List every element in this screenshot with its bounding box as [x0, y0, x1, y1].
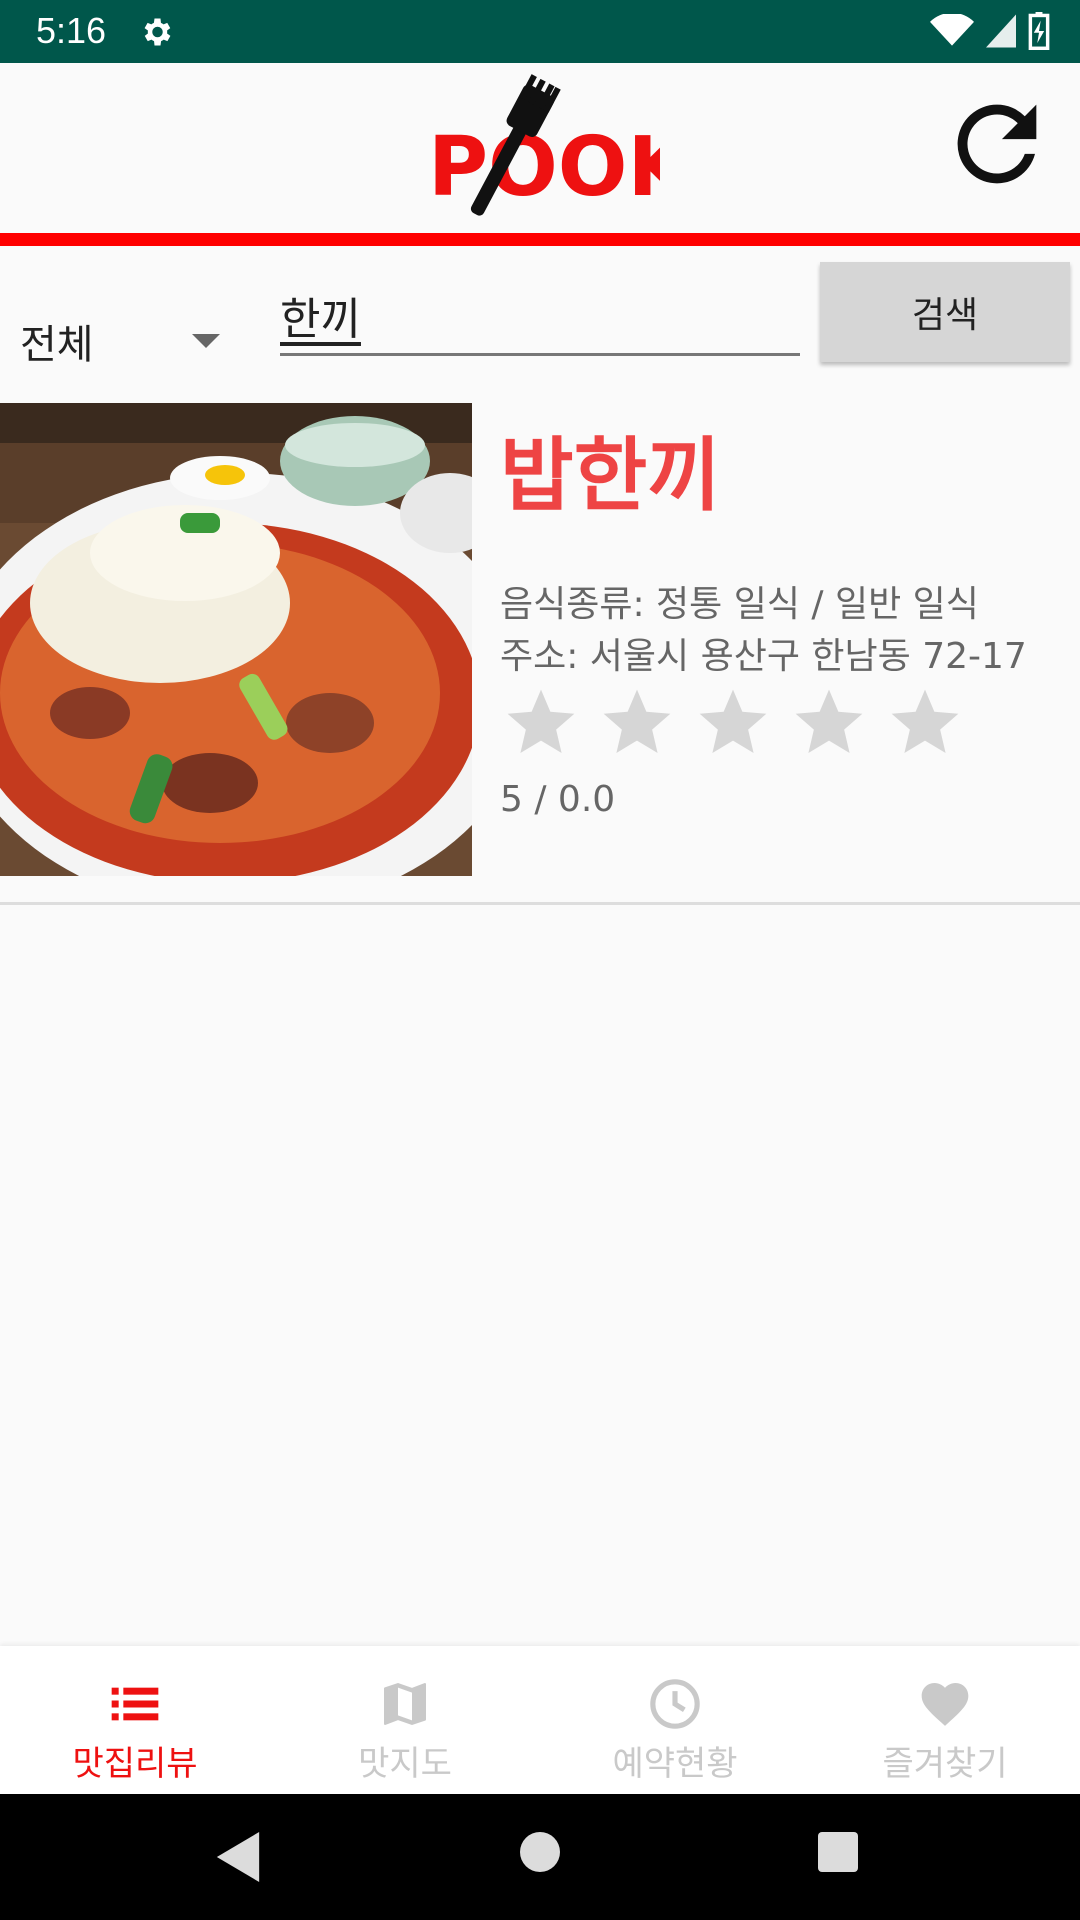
food-type: 음식종류: 정통 일식 / 일반 일식 — [500, 584, 979, 625]
restaurant-name: 밥한끼 — [500, 429, 721, 522]
food-photo — [0, 403, 472, 876]
search-button[interactable]: 검색 — [820, 262, 1070, 362]
card-divider — [0, 902, 1080, 905]
list-icon — [111, 1687, 159, 1721]
heart-icon — [921, 1683, 969, 1726]
restaurant-address: 주소: 서울시 용산구 한남동 72-17 — [500, 636, 1027, 677]
status-icons — [930, 12, 1050, 50]
pook-logo: POOK — [428, 74, 660, 216]
cell-signal-icon — [986, 14, 1016, 48]
app-header: POOK — [0, 63, 1080, 233]
wifi-icon — [930, 14, 974, 46]
search-input[interactable] — [280, 276, 800, 356]
refresh-icon[interactable] — [938, 85, 1056, 203]
nav-item-map[interactable]: 맛지도 — [270, 1646, 540, 1794]
settings-gear-icon — [144, 18, 171, 46]
rating-bar[interactable] — [500, 683, 966, 763]
star-icon[interactable] — [500, 683, 582, 763]
star-icon[interactable] — [788, 683, 870, 763]
search-row: 전체 검색 — [0, 246, 1080, 376]
nav-label-map: 맛지도 — [358, 1744, 452, 1784]
bottom-navigation: 맛집리뷰 맛지도 예약현황 즐겨찾기 — [0, 1646, 1080, 1794]
nav-label-reservations: 예약현황 — [612, 1744, 738, 1784]
nav-label-reviews: 맛집리뷰 — [72, 1744, 198, 1784]
nav-item-favorites[interactable]: 즐겨찾기 — [810, 1646, 1080, 1794]
dropdown-arrow-icon — [192, 334, 220, 348]
status-bar: 5:16 — [0, 0, 1080, 63]
map-icon — [384, 1683, 426, 1725]
restaurant-card[interactable]: 밥한끼 음식종류: 정통 일식 / 일반 일식 주소: 서울시 용산구 한남동 … — [0, 403, 1080, 876]
rating-text: 5 / 0.0 — [500, 779, 616, 820]
category-label: 전체 — [20, 322, 94, 368]
status-time: 5:16 — [36, 10, 107, 51]
category-spinner[interactable]: 전체 — [20, 276, 230, 368]
star-icon[interactable] — [692, 683, 774, 763]
star-icon[interactable] — [884, 683, 966, 763]
svg-text:POOK: POOK — [428, 120, 660, 215]
header-divider — [0, 233, 1080, 246]
home-icon[interactable] — [520, 1832, 560, 1872]
nav-label-favorites: 즐겨찾기 — [882, 1744, 1008, 1784]
back-icon[interactable] — [216, 1832, 260, 1882]
star-icon[interactable] — [596, 683, 678, 763]
recent-apps-icon[interactable] — [818, 1832, 858, 1872]
battery-icon — [1028, 12, 1050, 50]
clock-icon — [650, 1679, 700, 1729]
system-nav-bar — [0, 1794, 1080, 1920]
nav-item-reservations[interactable]: 예약현황 — [540, 1646, 810, 1794]
nav-item-reviews[interactable]: 맛집리뷰 — [0, 1646, 270, 1794]
